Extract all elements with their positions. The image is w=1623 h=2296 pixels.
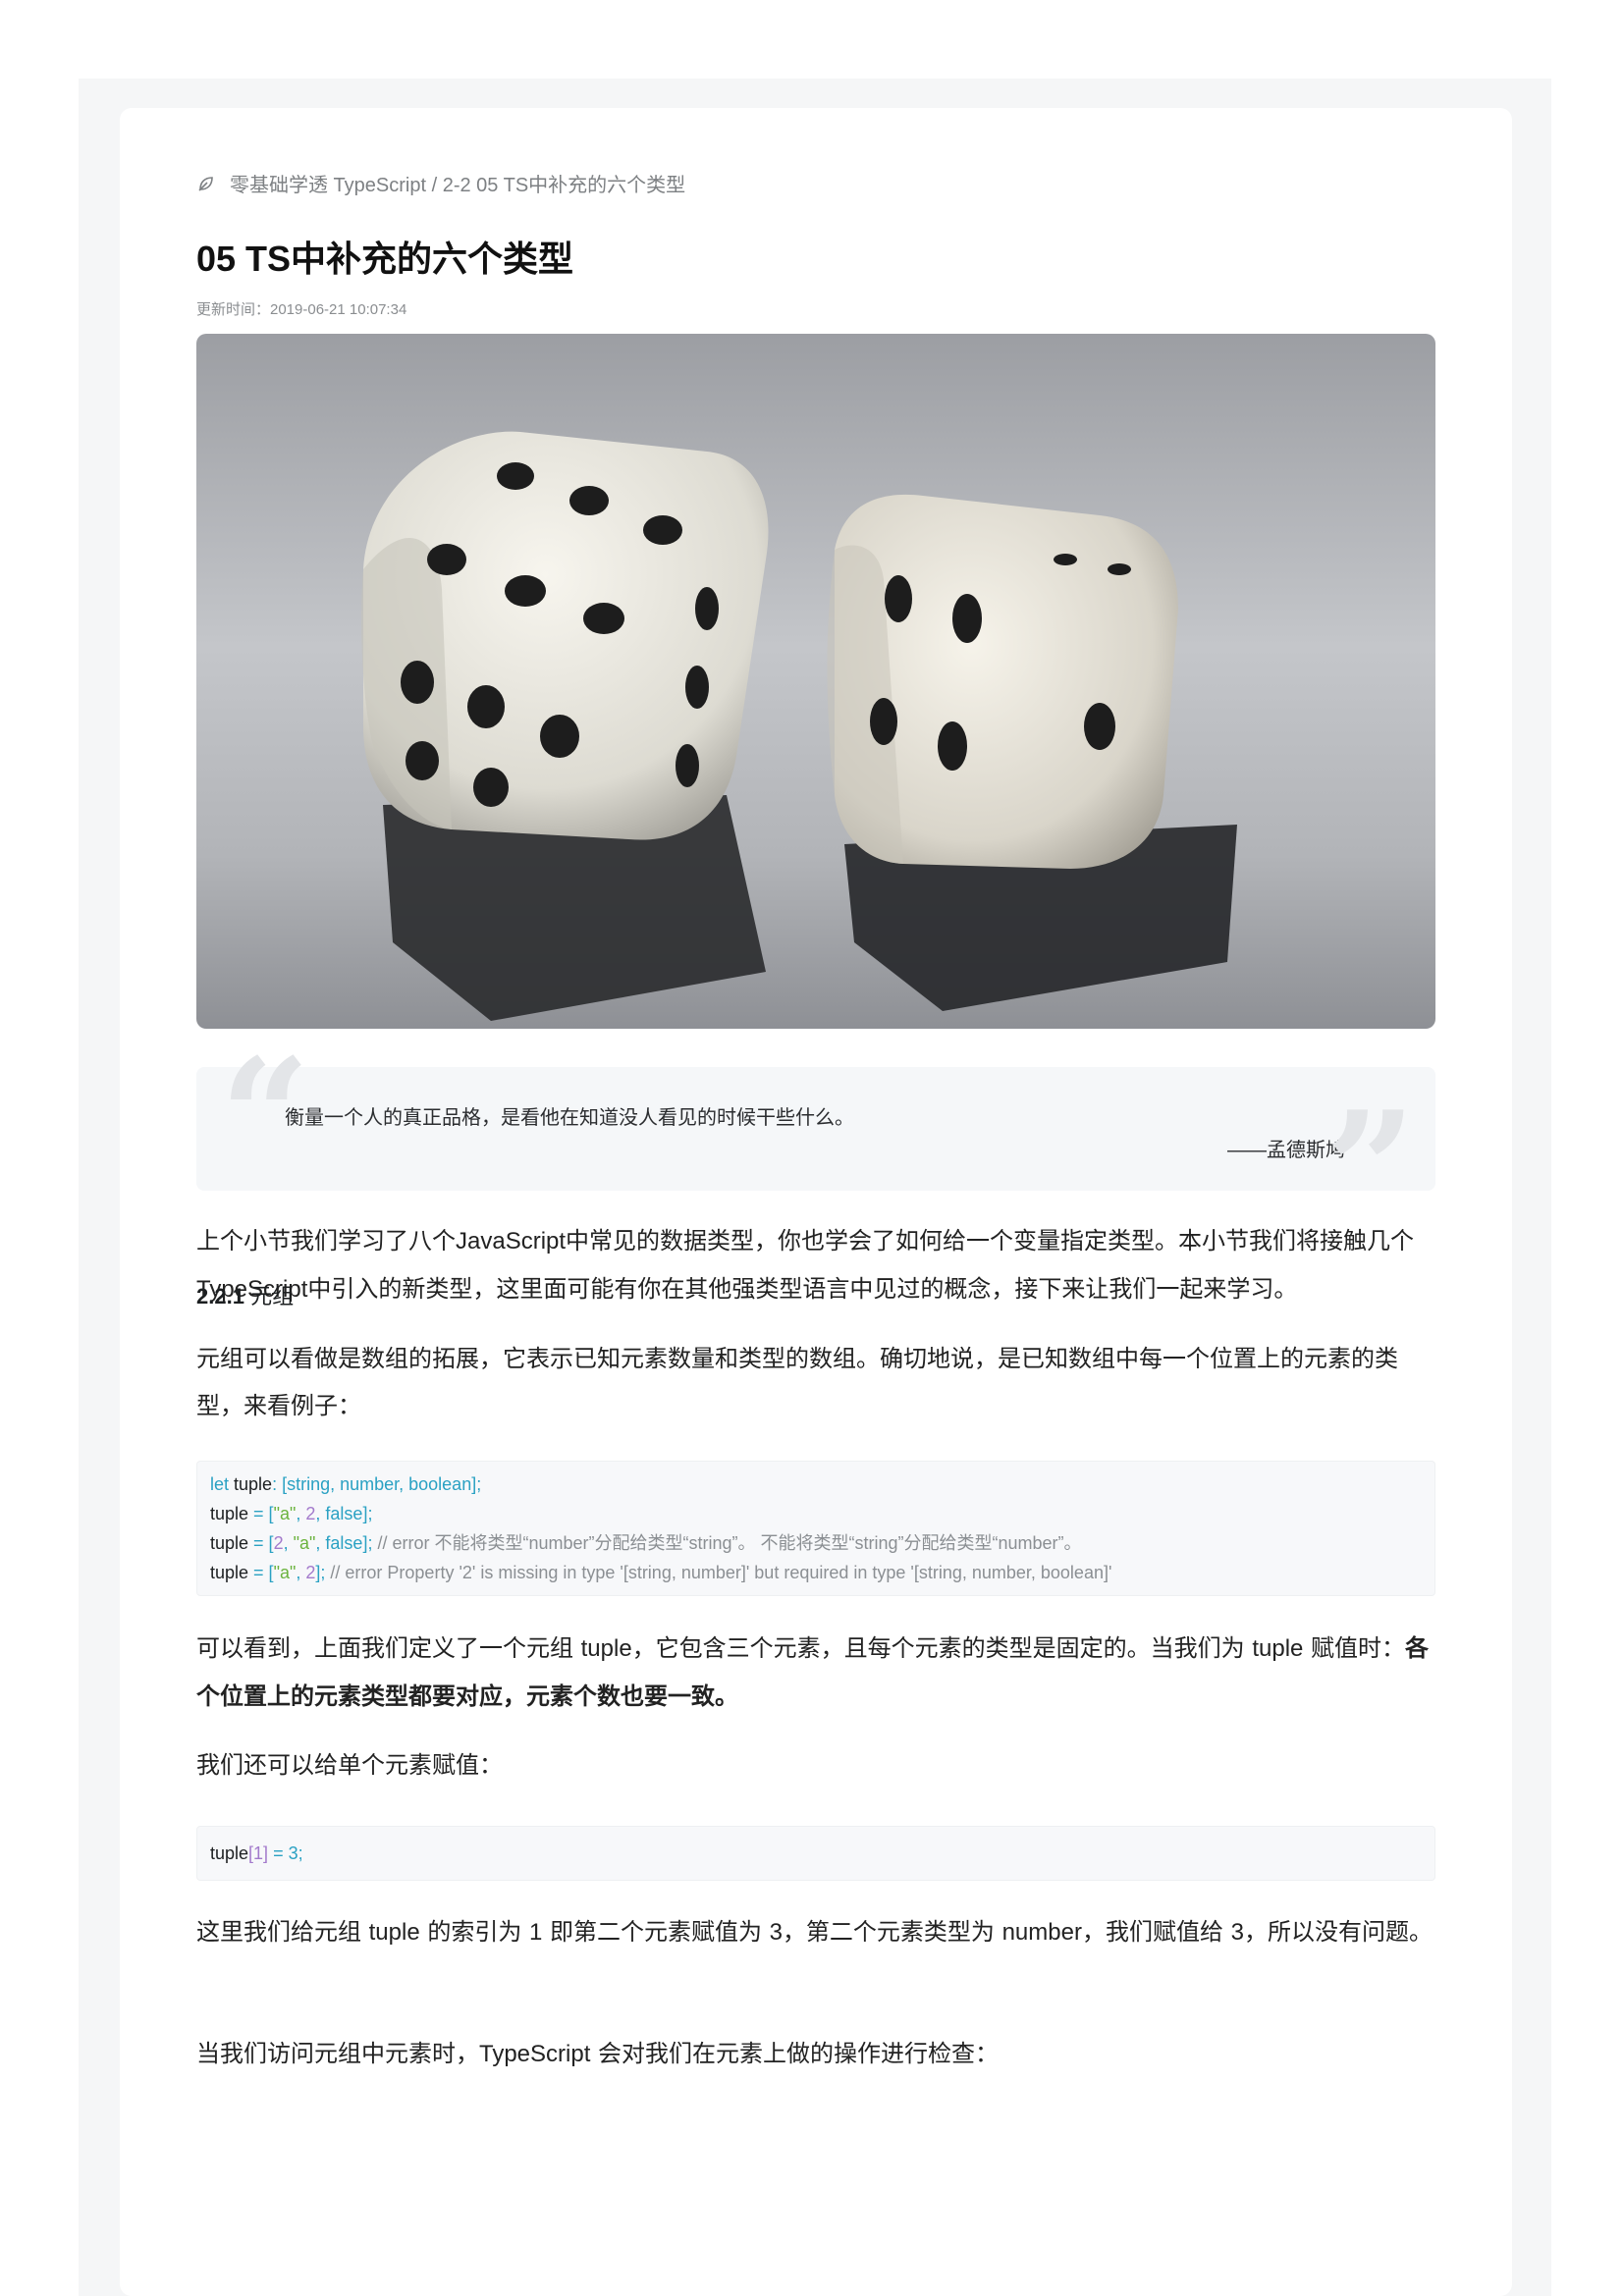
text: ，它包含三个元素，且每个元素的类型是固定的。当我们为 [631,1634,1253,1662]
page-title: 05 TS中补充的六个类型 [196,239,574,279]
inline-code: tuple [368,1919,420,1946]
intro-text-3: 中引入的新类型，这里面可能有你在其他强类型语言中见过的概念，接下来让我们一起来学… [307,1275,1298,1303]
text: 可以看到，上面我们定义了一个元组 [196,1634,581,1662]
text: ，所以没有问题。 [1243,1918,1433,1946]
text: ，我们赋值给 [1081,1918,1231,1946]
access-paragraph: 当我们访问元组中元素时，TypeScript 会对我们在元素上做的操作进行检查： [196,2030,1435,2078]
text: ，第二个元素类型为 [782,1918,1002,1946]
breadcrumb[interactable]: 零基础学透 TypeScript / 2-2 05 TS中补充的六个类型 [196,169,685,197]
breadcrumb-text[interactable]: 零基础学透 TypeScript / 2-2 05 TS中补充的六个类型 [230,169,685,197]
inline-code: number [1001,1919,1082,1946]
code-line: tuple = [2, "a", false]; // error 不能将类型“… [210,1533,1082,1553]
tuple-definition-paragraph: 元组可以看做是数组的拓展，它表示已知元素数量和类型的数组。确切地说，是已知数组中… [196,1345,1398,1419]
text: 即第二个元素赋值为 [542,1918,770,1946]
code-line: tuple = ["a", 2]; // error Property '2' … [210,1563,1112,1582]
code-line: let tuple: [string, number, boolean]; [210,1474,482,1494]
intro-text-1: 上个小节我们学习了八个 [196,1227,456,1255]
section-number: 2.2.1 [196,1284,244,1308]
section-heading: 2.2.1 元组 [196,1279,294,1310]
inline-code: 3 [1230,1919,1244,1946]
code-block-index: tuple[1] = 3; [196,1826,1435,1881]
text: 这里我们给元组 [196,1918,369,1946]
text: 的索引为 [419,1918,529,1946]
tuple-explanation-paragraph: 可以看到，上面我们定义了一个元组 tuple，它包含三个元素，且每个元素的类型是… [196,1625,1435,1720]
inline-code: TypeScript [479,2041,591,2067]
text: 会对我们在元素上做的操作进行检查： [590,2040,1000,2067]
inline-code: 3 [769,1919,783,1946]
updated-time: 更新时间：2019-06-21 10:07:34 [196,301,407,318]
quote-text: 衡量一个人的真正品格，是看他在知道没人看见的时候干些什么。 [285,1107,854,1129]
intro-js: JavaScript [456,1228,567,1255]
code-line: tuple[1] = 3; [210,1843,303,1863]
text: 赋值时： [1303,1634,1406,1662]
index-explanation-paragraph: 这里我们给元组 tuple 的索引为 1 即第二个元素赋值为 3，第二个元素类型… [196,1908,1435,1956]
two-white-dice-icon [196,334,1435,1029]
intro-paragraph: 上个小节我们学习了八个JavaScript中常见的数据类型，你也学会了如何给一个… [196,1217,1435,1313]
quote-block: “ 衡量一个人的真正品格，是看他在知道没人看见的时候干些什么。 ——孟德斯鸠 ” [196,1038,1435,1248]
inline-code: tuple [1252,1635,1304,1662]
article-card: 零基础学透 TypeScript / 2-2 05 TS中补充的六个类型 05 … [120,108,1512,2296]
intro-text-2: 中常见的数据类型，你也学会了如何给一个变量指定类型。本小节我们将接触几个 [566,1227,1415,1255]
code-line: tuple = ["a", 2, false]; [210,1504,373,1523]
leaf-icon [198,176,213,191]
inline-code: tuple [580,1635,632,1662]
code-block-tuple: let tuple: [string, number, boolean]; tu… [196,1461,1435,1596]
single-assign-paragraph: 我们还可以给单个元素赋值： [196,1751,503,1779]
text: 当我们访问元组中元素时， [196,2040,479,2067]
section-title: 元组 [250,1285,295,1309]
inline-code: 1 [528,1919,543,1946]
hero-image [196,334,1435,1029]
